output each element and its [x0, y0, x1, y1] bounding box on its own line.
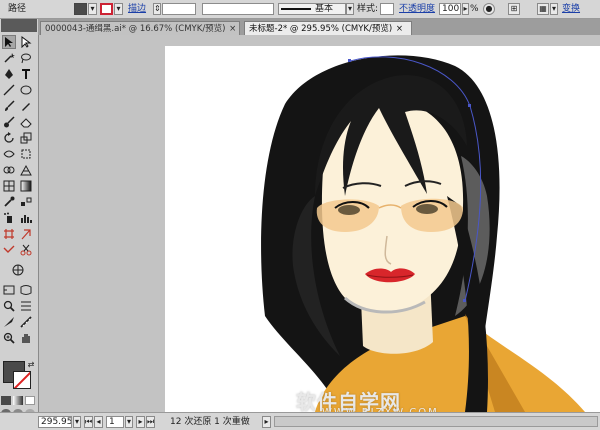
brush-preset-label: 基本 — [315, 4, 334, 14]
recolor-icon[interactable]: ● — [483, 3, 495, 15]
tab-label: 未标题-2* @ 295.95% (CMYK/预览) — [249, 24, 393, 34]
style-swatch[interactable] — [380, 3, 394, 15]
opacity-dropdown-icon[interactable]: ▸ — [462, 3, 469, 15]
slice-tool-icon[interactable] — [19, 227, 33, 241]
column-graph-tool-icon[interactable] — [19, 211, 33, 225]
stroke-profile-select[interactable] — [202, 3, 274, 15]
next-artboard-icon[interactable]: ▸ — [136, 416, 145, 428]
tab-label: 0000043-通缉黑.ai* @ 16.67% (CMYK/预览) — [45, 24, 226, 34]
artboard-number-field[interactable]: 1 — [106, 416, 124, 428]
brush-definition-select[interactable]: 基本 — [278, 3, 346, 15]
stroke-color-swatch[interactable] — [13, 371, 31, 389]
close-tab-icon[interactable]: × — [395, 22, 404, 35]
stroke-weight-field[interactable] — [162, 3, 196, 15]
brush-stroke-preview — [281, 7, 311, 10]
knife-tool-icon[interactable] — [2, 315, 16, 329]
history-status: 12 次还原 1 次重做 — [170, 417, 250, 427]
blend-tool-icon[interactable] — [19, 195, 33, 209]
transform-link[interactable]: 变换 — [562, 3, 580, 15]
zoom-field[interactable]: 295.95% — [38, 416, 72, 428]
fill-dropdown-icon[interactable]: ▾ — [88, 3, 97, 15]
mode-label: 路径 — [8, 4, 27, 14]
swap-colors-icon[interactable]: ⇄ — [26, 359, 36, 369]
transform-icon[interactable]: ▦ — [537, 3, 549, 15]
opacity-unit: % — [470, 4, 479, 14]
horizontal-scrollbar[interactable] — [274, 416, 598, 427]
eyedropper-tool-icon[interactable] — [2, 195, 16, 209]
lasso-tool-icon[interactable] — [19, 51, 33, 65]
artboard-tool-icon[interactable] — [2, 227, 16, 241]
stroke-dropdown-icon[interactable]: ▾ — [114, 3, 123, 15]
status-bar: 295.95% ▾ ⏮ ◂ 1 ▾ ▸ ⏭ 12 次还原 1 次重做 ▸ — [0, 412, 600, 430]
zoom-tool-icon[interactable] — [2, 299, 16, 313]
ellipse-tool-icon[interactable] — [19, 83, 33, 97]
scale-tool-icon[interactable] — [19, 131, 33, 145]
hand-pan-tool-icon[interactable] — [19, 331, 33, 345]
align-icon[interactable]: ⊞ — [508, 3, 520, 15]
symbol-sprayer-tool-icon[interactable] — [2, 211, 16, 225]
prev-artboard-icon[interactable]: ◂ — [94, 416, 103, 428]
perspective-grid-tool-icon[interactable] — [19, 163, 33, 177]
shape-builder-tool-icon[interactable] — [2, 163, 16, 177]
anchor-point — [348, 59, 351, 62]
portrait-artwork — [261, 55, 585, 412]
opacity-field[interactable]: 100 — [439, 3, 461, 15]
paintbrush-tool-icon[interactable] — [2, 99, 16, 113]
color-mode-icon[interactable] — [1, 396, 11, 405]
stroke-swatch-icon[interactable] — [100, 3, 113, 15]
document-tab-bar: 0000043-通缉黑.ai* @ 16.67% (CMYK/预览) × 未标题… — [38, 19, 600, 35]
document-window — [39, 35, 600, 412]
eye-left — [338, 205, 360, 215]
free-transform-tool-icon[interactable] — [19, 147, 33, 161]
pencil-tool-icon[interactable] — [19, 99, 33, 113]
gradient-tool-icon[interactable] — [19, 179, 33, 193]
anchor-point — [463, 299, 466, 302]
zoom-dropdown-icon[interactable]: ▾ — [73, 416, 81, 428]
hand-tool-icon[interactable] — [2, 263, 34, 277]
selection-tool-icon[interactable] — [2, 35, 16, 49]
eraser-slice-tool-icon[interactable] — [2, 243, 16, 257]
direct-selection-tool-icon[interactable] — [19, 35, 33, 49]
print-tiling-tool-icon[interactable] — [19, 299, 33, 313]
stroke-stepper-icon[interactable]: ⇕ — [153, 3, 161, 15]
tab-document-2[interactable]: 未标题-2* @ 295.95% (CMYK/预览) × — [244, 21, 412, 35]
gradient-mode-icon[interactable] — [13, 396, 23, 405]
pen-tool-icon[interactable] — [2, 67, 16, 81]
brush-dropdown-icon[interactable]: ▾ — [346, 3, 354, 15]
type-tool-icon[interactable] — [19, 67, 33, 81]
blob-brush-tool-icon[interactable] — [2, 115, 16, 129]
style-label: 样式: — [357, 4, 379, 14]
scissors-tool-icon[interactable] — [19, 243, 33, 257]
tab-document-1[interactable]: 0000043-通缉黑.ai* @ 16.67% (CMYK/预览) × — [40, 21, 240, 35]
tools-panel-title — [1, 19, 37, 32]
anchor-point — [468, 104, 471, 107]
none-mode-icon[interactable] — [25, 396, 35, 405]
artboard[interactable] — [165, 46, 600, 412]
status-menu-icon[interactable]: ▸ — [262, 416, 271, 428]
last-artboard-icon[interactable]: ⏭ — [146, 416, 155, 428]
first-artboard-icon[interactable]: ⏮ — [84, 416, 93, 428]
fill-swatch-icon[interactable] — [74, 3, 87, 15]
rotate-tool-icon[interactable] — [2, 131, 16, 145]
artboard-dropdown-icon[interactable]: ▾ — [125, 416, 133, 428]
warp-tool-icon[interactable] — [19, 283, 33, 297]
stroke-link[interactable]: 描边 — [128, 3, 146, 15]
width-tool-icon[interactable] — [2, 147, 16, 161]
rectangle-tool-icon[interactable] — [2, 283, 16, 297]
mesh-tool-icon[interactable] — [2, 179, 16, 193]
none-slash-icon — [14, 372, 30, 388]
line-tool-icon[interactable] — [2, 83, 16, 97]
close-tab-icon[interactable]: × — [228, 22, 237, 35]
transform-dropdown-icon[interactable]: ▾ — [550, 3, 558, 15]
eye-right — [416, 204, 438, 214]
measure-tool-icon[interactable] — [19, 315, 33, 329]
opacity-link[interactable]: 不透明度 — [399, 3, 435, 15]
eraser-tool-icon[interactable] — [19, 115, 33, 129]
magic-wand-tool-icon[interactable] — [2, 51, 16, 65]
tools-panel: ⇄ — [0, 19, 39, 418]
magnify-tool-icon[interactable] — [2, 331, 16, 345]
control-bar: 路径 ▾ ▾ 描边 ⇕ 基本 ▾ 样式: 不透明度 100 ▸ % ● ⊞ ▦ … — [0, 0, 600, 19]
